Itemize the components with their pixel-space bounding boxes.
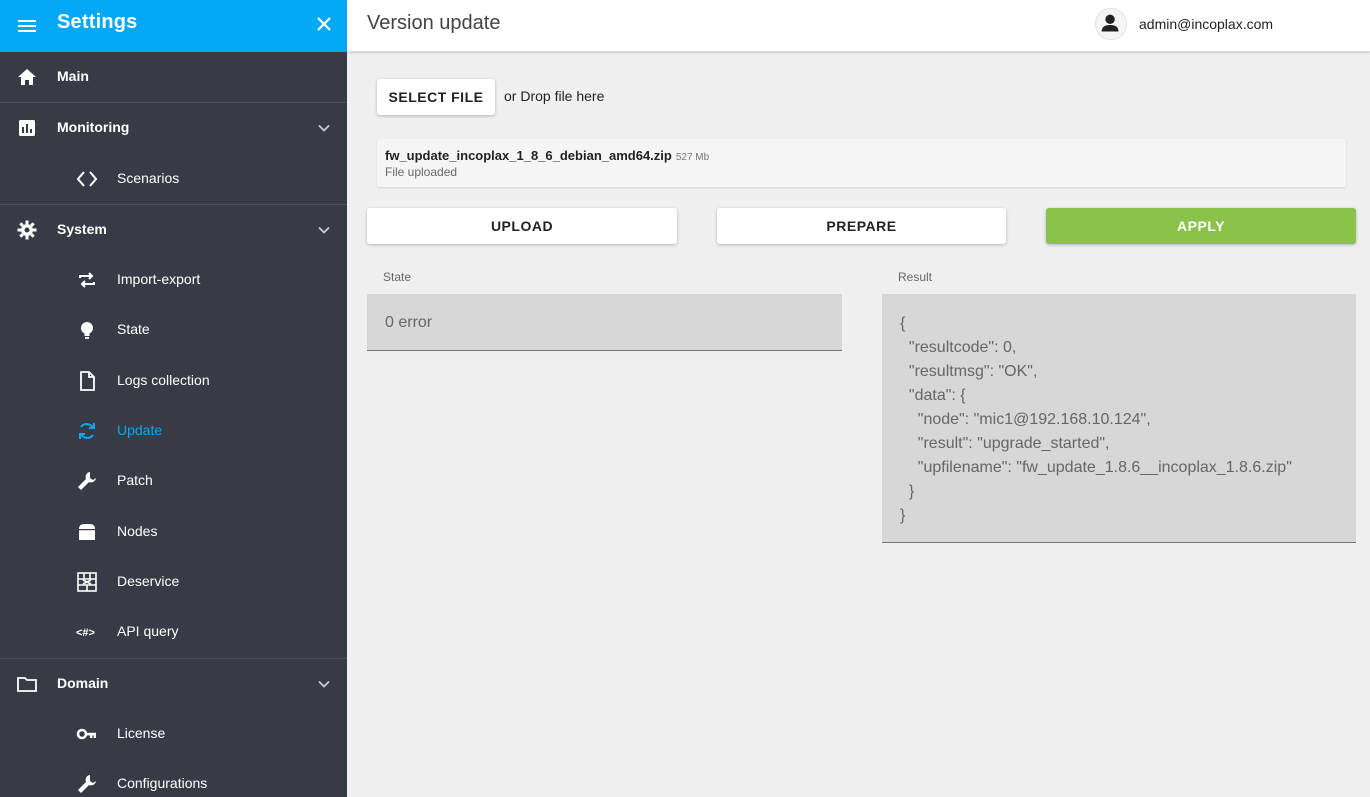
svg-text:<#>: <#> — [76, 627, 95, 639]
sidebar-item-label: Monitoring — [57, 119, 130, 135]
sidebar-item-deservice[interactable]: Deservice — [0, 557, 347, 607]
avatar[interactable] — [1095, 8, 1127, 40]
bulb-icon — [81, 322, 93, 339]
result-value: { "resultcode": 0, "resultmsg": "OK", "d… — [900, 315, 1292, 524]
sidebar-item-label: System — [57, 221, 107, 237]
state-label: State — [383, 270, 412, 284]
top-bar: Version update admin@incoplax.com — [347, 0, 1370, 52]
select-file-button[interactable]: SELECT FILE — [377, 79, 495, 115]
drop-zone-text[interactable]: or Drop file here — [504, 88, 604, 104]
sidebar-item-label: Update — [117, 422, 163, 438]
sidebar-item-license[interactable]: License — [0, 709, 347, 759]
file-name-line: fw_update_incoplax_1_8_6_debian_amd64.zi… — [385, 148, 709, 163]
file-size: 527 Mb — [675, 152, 710, 163]
sidebar-item-label: Configurations — [117, 775, 208, 791]
state-value: 0 error — [385, 314, 433, 331]
node-icon — [79, 524, 95, 540]
sidebar-item-import-export[interactable]: Import-export — [0, 255, 347, 305]
sidebar-item-monitoring[interactable]: Monitoring — [0, 103, 347, 153]
sidebar-title: Settings — [57, 11, 138, 33]
code-icon — [76, 171, 98, 187]
sync-icon — [79, 423, 95, 439]
file-status: File uploaded — [385, 165, 458, 179]
wall-icon — [77, 572, 97, 592]
swap-icon — [79, 272, 95, 288]
sidebar-item-system[interactable]: System — [0, 205, 347, 255]
folder-icon — [17, 677, 37, 692]
sidebar-item-label: License — [117, 725, 166, 741]
uploaded-file-card: fw_update_incoplax_1_8_6_debian_amd64.zi… — [377, 139, 1346, 187]
sidebar-item-update[interactable]: Update — [0, 406, 347, 456]
file-name: fw_update_incoplax_1_8_6_debian_amd64.zi… — [385, 148, 672, 163]
menu-icon[interactable] — [17, 16, 37, 36]
sidebar: Settings Main Monitoring Scenarios Syste… — [0, 0, 347, 797]
sidebar-item-label: API query — [117, 623, 179, 639]
result-label: Result — [898, 270, 933, 284]
api-icon: <#> — [76, 627, 95, 639]
chevron-down-icon[interactable] — [316, 120, 332, 136]
close-icon[interactable] — [313, 13, 335, 35]
file-icon — [80, 371, 95, 391]
home-icon — [18, 69, 36, 85]
sidebar-item-logs-collection[interactable]: Logs collection — [0, 356, 347, 406]
apply-button[interactable]: APPLY — [1046, 208, 1356, 244]
wrench-icon — [78, 472, 96, 490]
sidebar-item-configurations[interactable]: Configurations — [0, 759, 347, 797]
sidebar-header: Settings — [0, 0, 347, 52]
sidebar-item-label: Logs collection — [117, 372, 210, 388]
page-title: Version update — [367, 12, 501, 34]
chart-icon — [19, 120, 35, 136]
sidebar-item-label: Nodes — [117, 523, 158, 539]
sidebar-item-patch[interactable]: Patch — [0, 456, 347, 506]
result-field: { "resultcode": 0, "resultmsg": "OK", "d… — [882, 294, 1356, 543]
sidebar-item-scenarios[interactable]: Scenarios — [0, 154, 347, 204]
sidebar-item-domain[interactable]: Domain — [0, 659, 347, 709]
state-field: 0 error — [367, 294, 842, 351]
sidebar-item-api-query[interactable]: <#> API query — [0, 607, 347, 657]
user-email[interactable]: admin@incoplax.com — [1139, 16, 1273, 32]
gear-icon — [17, 220, 37, 240]
sidebar-item-state[interactable]: State — [0, 305, 347, 355]
chevron-down-icon[interactable] — [316, 222, 332, 238]
chevron-down-icon[interactable] — [316, 676, 332, 692]
wrench-icon — [78, 775, 96, 793]
sidebar-item-label: Import-export — [117, 271, 201, 287]
sidebar-item-label: State — [117, 321, 150, 337]
sidebar-item-label: Scenarios — [117, 170, 180, 186]
prepare-button[interactable]: PREPARE — [717, 208, 1006, 244]
sidebar-item-label: Deservice — [117, 573, 180, 589]
sidebar-item-label: Domain — [57, 675, 109, 691]
sidebar-item-label: Patch — [117, 472, 153, 488]
key-icon — [76, 728, 96, 740]
upload-button[interactable]: UPLOAD — [367, 208, 677, 244]
sidebar-item-main[interactable]: Main — [0, 52, 347, 102]
sidebar-item-label: Main — [57, 68, 89, 84]
user-icon — [1101, 14, 1119, 32]
sidebar-item-nodes[interactable]: Nodes — [0, 507, 347, 557]
